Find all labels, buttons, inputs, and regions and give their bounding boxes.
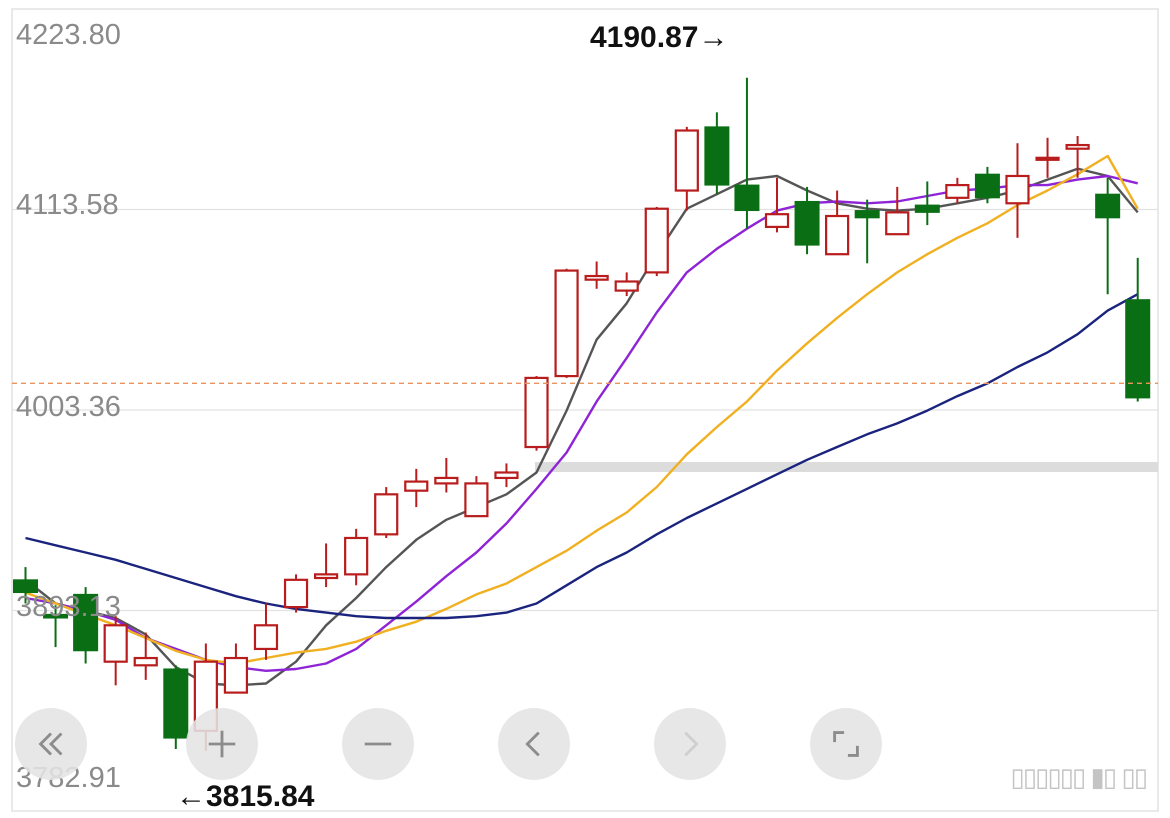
candle-body — [614, 280, 639, 292]
y-tick-label: 4223.80 — [16, 19, 121, 51]
candle-body — [674, 129, 699, 192]
chevron-left-icon — [525, 731, 540, 757]
candle-body — [344, 536, 369, 576]
zoom-in-button[interactable] — [186, 708, 258, 780]
candle-body — [524, 376, 549, 449]
candle-body — [734, 184, 760, 212]
chart-toolbar — [0, 708, 1170, 788]
candle-body — [854, 210, 880, 219]
candle-body — [494, 471, 519, 480]
candle-body — [404, 480, 429, 492]
candle-body — [794, 200, 820, 246]
candle-down — [1095, 177, 1121, 295]
candles — [13, 77, 1151, 751]
candle-body — [434, 476, 459, 485]
ma-line — [25, 174, 1138, 672]
candle-up — [644, 206, 669, 277]
candle-down — [1125, 257, 1151, 402]
candle-down — [704, 112, 730, 195]
y-tick-label: 4113.58 — [16, 189, 119, 221]
candle-up — [344, 528, 369, 586]
fullscreen-button[interactable] — [810, 708, 882, 780]
candle-up — [253, 603, 279, 660]
candle-body — [764, 213, 790, 229]
candle-body — [1005, 174, 1030, 205]
candle-up — [1035, 137, 1060, 178]
zoom-out-button[interactable] — [342, 708, 414, 780]
candle-body — [1065, 143, 1090, 150]
candle-down — [794, 186, 820, 255]
next-button[interactable] — [654, 708, 726, 780]
highlight-band — [535, 462, 1158, 473]
rewind-button[interactable] — [15, 708, 87, 780]
expand-corners-icon — [833, 731, 859, 757]
candle-up — [494, 463, 519, 488]
candle-up — [374, 487, 399, 538]
candle-body — [464, 482, 489, 518]
candle-body — [374, 493, 399, 536]
candle-body — [914, 204, 940, 213]
candle-up — [1005, 143, 1030, 238]
candle-body — [584, 274, 609, 281]
minus-icon — [364, 742, 392, 746]
previous-button[interactable] — [498, 708, 570, 780]
candle-body — [885, 211, 910, 236]
candle-up — [283, 574, 309, 613]
candle-body — [103, 624, 128, 663]
candle-up — [103, 616, 128, 686]
candle-down — [914, 181, 940, 226]
candle-body — [704, 126, 730, 186]
candle-up — [764, 177, 790, 233]
candle-up — [584, 261, 609, 289]
moving-average-lines — [24, 154, 1139, 687]
candle-up — [464, 476, 489, 518]
price-annotations: 4190.87→ ←3815.84 — [176, 21, 728, 813]
candle-down — [734, 77, 760, 229]
ma-line — [25, 293, 1139, 620]
plus-icon — [208, 730, 236, 758]
candle-up — [524, 376, 549, 451]
candle-body — [133, 656, 158, 667]
candle-up — [314, 543, 339, 588]
candle-body — [314, 573, 339, 580]
candle-up — [223, 643, 249, 694]
candle-up — [554, 268, 579, 378]
candle-up — [674, 126, 699, 211]
candle-up — [404, 468, 429, 508]
candle-body — [974, 173, 1000, 199]
candle-up — [434, 457, 459, 493]
candlestick-chart[interactable]: 4223.80 4113.58 4003.36 3893.13 3782.91 … — [0, 0, 1170, 813]
candle-body — [223, 656, 249, 694]
candle-body — [644, 207, 669, 274]
candle-body — [253, 624, 279, 651]
candle-body — [825, 214, 850, 256]
chevron-right-icon — [684, 731, 699, 757]
y-tick-label: 3893.13 — [16, 591, 121, 623]
double-chevron-left-icon — [38, 732, 63, 756]
candle-up — [945, 177, 970, 204]
y-axis-labels: 4223.80 4113.58 4003.36 3893.13 3782.91 — [16, 19, 121, 794]
y-tick-label: 4003.36 — [16, 391, 121, 423]
grey-band — [535, 462, 1158, 473]
watermark-logo: ▯▯▯▯▯▯ ▮▯ ▯▯ — [1010, 763, 1148, 793]
candle-body — [554, 269, 579, 378]
high-annotation: 4190.87→ — [590, 21, 728, 54]
candle-body — [1095, 193, 1121, 219]
candle-body — [1035, 156, 1060, 161]
candle-body — [283, 578, 309, 609]
candle-down — [974, 166, 1000, 204]
candle-body — [945, 183, 970, 199]
